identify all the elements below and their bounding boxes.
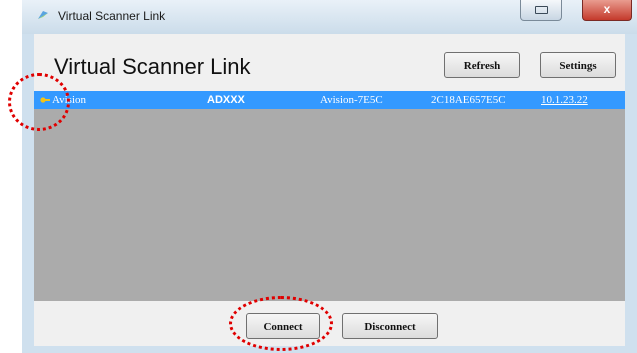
device-mac: 2C18AE657E5C bbox=[431, 94, 506, 106]
scanner-list[interactable]: Avision ADXXX Avision-7E5C 2C18AE657E5C … bbox=[34, 91, 625, 301]
page-title: Virtual Scanner Link bbox=[54, 54, 251, 79]
application-window: Virtual Scanner Link x Virtual Scanner L… bbox=[22, 0, 637, 353]
disconnect-button[interactable]: Disconnect bbox=[342, 313, 438, 339]
settings-button[interactable]: Settings bbox=[540, 52, 616, 78]
window-title: Virtual Scanner Link bbox=[58, 9, 166, 23]
title-bar[interactable]: Virtual Scanner Link x bbox=[22, 0, 637, 34]
highlight-ring-device-icon bbox=[8, 73, 70, 131]
highlight-ring-connect bbox=[229, 296, 333, 351]
refresh-button[interactable]: Refresh bbox=[444, 52, 520, 78]
minimize-icon bbox=[535, 6, 548, 14]
device-ip: 10.1.23.22 bbox=[541, 94, 588, 106]
device-model: ADXXX bbox=[207, 94, 245, 106]
close-button[interactable]: x bbox=[582, 0, 632, 21]
scanner-app-icon bbox=[38, 11, 48, 19]
minimize-button[interactable] bbox=[520, 0, 562, 21]
device-hostname: Avision-7E5C bbox=[320, 94, 383, 106]
scanner-list-row[interactable]: Avision ADXXX Avision-7E5C 2C18AE657E5C … bbox=[34, 91, 625, 109]
